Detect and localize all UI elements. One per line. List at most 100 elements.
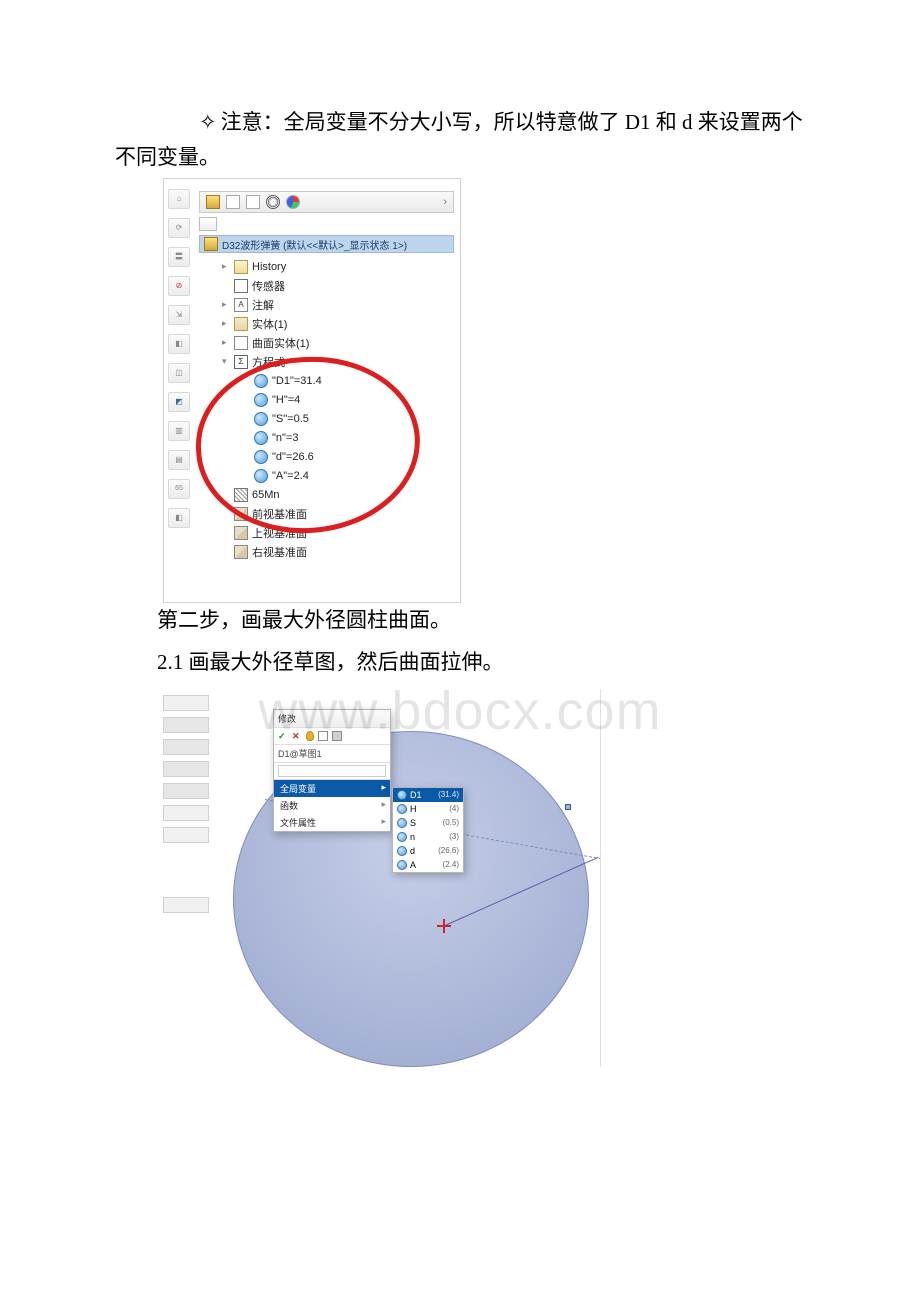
mat-icon <box>234 488 248 502</box>
tree-label: "n"=3 <box>272 432 298 444</box>
graphics-area[interactable]: 修改 ✓ ✕ D1@草图1 全局变量▸函数▸文件属性▸ D1(31.4)H(4)… <box>213 689 600 1067</box>
globe-icon <box>254 431 268 445</box>
popup-title: 修改 <box>274 710 390 728</box>
collapsed-panel <box>163 689 213 1067</box>
plane-icon <box>234 507 248 521</box>
tree-label: 注解 <box>252 297 274 313</box>
global-var-item[interactable]: D1(31.4) <box>393 788 463 802</box>
var-value: (3) <box>449 832 459 841</box>
var-name: S <box>410 818 416 828</box>
tree-row[interactable]: ▸ History <box>216 257 454 276</box>
tree-row[interactable]: "D1"=31.4 <box>216 371 454 390</box>
tree-row[interactable]: 上视基准面 <box>216 523 454 542</box>
left-btn[interactable]: ⟳ <box>168 218 190 238</box>
var-value: (2.4) <box>443 860 459 869</box>
global-var-item[interactable]: H(4) <box>393 802 463 816</box>
popup-list-item[interactable]: 文件属性▸ <box>274 814 390 831</box>
chevron-right-icon: ▸ <box>381 816 386 827</box>
left-btn[interactable]: ⊘ <box>168 276 190 296</box>
bulb-icon[interactable] <box>306 731 314 741</box>
global-var-item[interactable]: S(0.5) <box>393 816 463 830</box>
chevron-right-icon: ▸ <box>381 799 386 810</box>
panel-stub[interactable] <box>163 827 209 843</box>
tree-label: 右视基准面 <box>252 544 307 560</box>
tree-row[interactable]: 前视基准面 <box>216 504 454 523</box>
tree-label: History <box>252 261 286 273</box>
property-tab-icon[interactable] <box>226 195 240 209</box>
global-var-item[interactable]: A(2.4) <box>393 858 463 872</box>
chevron-right-icon[interactable]: › <box>443 196 447 208</box>
globe-icon <box>397 804 407 814</box>
panel-stub[interactable] <box>163 761 209 777</box>
left-btn[interactable]: ◧ <box>168 334 190 354</box>
panel-stub[interactable] <box>163 783 209 799</box>
panel-stub[interactable] <box>163 717 209 733</box>
left-btn[interactable]: 65 <box>168 479 190 499</box>
popup-list-item[interactable]: 函数▸ <box>274 797 390 814</box>
global-var-item[interactable]: d(26.6) <box>393 844 463 858</box>
tree-row[interactable]: ▾Σ方程式 <box>216 352 454 371</box>
left-btn[interactable]: ◧ <box>168 508 190 528</box>
chevron-right-icon[interactable]: ▸ <box>222 337 234 348</box>
modify-dimension-popup[interactable]: 修改 ✓ ✕ D1@草图1 全局变量▸函数▸文件属性▸ <box>273 709 391 832</box>
globe-icon <box>397 818 407 828</box>
tree-row[interactable]: 65Mn <box>216 485 454 504</box>
step2-heading: 第二步，画最大外径圆柱曲面。 <box>115 603 805 639</box>
left-btn[interactable]: ⇲ <box>168 305 190 325</box>
a-icon: A <box>234 298 248 312</box>
panel-stub[interactable] <box>163 805 209 821</box>
globe-icon <box>254 469 268 483</box>
tree-row[interactable]: "A"=2.4 <box>216 466 454 485</box>
tree-label: 传感器 <box>252 278 285 294</box>
tree-label: "H"=4 <box>272 394 300 406</box>
panel-stub[interactable] <box>163 897 209 913</box>
left-btn[interactable]: 〓 <box>168 247 190 267</box>
reverse-icon[interactable] <box>332 731 342 741</box>
chevron-right-icon[interactable]: ▸ <box>222 261 234 272</box>
tree-label: "S"=0.5 <box>272 413 309 425</box>
tree-row[interactable]: "d"=26.6 <box>216 447 454 466</box>
left-btn[interactable]: ▤ <box>168 450 190 470</box>
filter-icon[interactable] <box>199 217 217 231</box>
tree-label: 65Mn <box>252 489 280 501</box>
tree-row[interactable]: "H"=4 <box>216 390 454 409</box>
tree-row[interactable]: ▸A 注解 <box>216 295 454 314</box>
globe-icon <box>397 860 407 870</box>
left-btn[interactable]: ▥ <box>168 421 190 441</box>
popup-list-item[interactable]: 全局变量▸ <box>274 780 390 797</box>
cancel-icon[interactable]: ✕ <box>292 731 302 741</box>
chevron-right-icon[interactable]: ▸ <box>222 299 234 310</box>
dimension-value-input[interactable] <box>278 765 386 777</box>
appearance-tab-icon[interactable] <box>286 195 300 209</box>
display-tab-icon[interactable] <box>266 195 280 209</box>
config-tab-icon[interactable] <box>246 195 260 209</box>
globe-icon <box>254 374 268 388</box>
tree-row[interactable]: "n"=3 <box>216 428 454 447</box>
var-name: D1 <box>410 790 422 800</box>
chevron-down-icon[interactable]: ▾ <box>222 356 234 367</box>
tree-row[interactable]: ▸实体(1) <box>216 314 454 333</box>
body-icon <box>234 317 248 331</box>
tree-row[interactable]: 传感器 <box>216 276 454 295</box>
sketch-point[interactable] <box>565 804 571 810</box>
left-btn[interactable]: ◫ <box>168 363 190 383</box>
global-variable-submenu[interactable]: D1(31.4)H(4)S(0.5)n(3)d(26.6)A(2.4) <box>392 787 464 873</box>
chevron-right-icon[interactable]: ▸ <box>222 318 234 329</box>
global-var-item[interactable]: n(3) <box>393 830 463 844</box>
tree-row[interactable]: "S"=0.5 <box>216 409 454 428</box>
part-root-row[interactable]: D32波形弹簧 (默认<<默认>_显示状态 1>) <box>199 235 454 253</box>
feature-tree-tab-icon[interactable] <box>206 195 220 209</box>
ok-icon[interactable]: ✓ <box>278 731 288 741</box>
panel-stub[interactable] <box>163 695 209 711</box>
tree-label: 上视基准面 <box>252 525 307 541</box>
tree-row[interactable]: 右视基准面 <box>216 542 454 561</box>
rebuild-icon[interactable] <box>318 731 328 741</box>
globe-icon <box>254 393 268 407</box>
tree-label: 方程式 <box>252 354 285 370</box>
note-paragraph: ✧注意：全局变量不分大小写，所以特意做了 D1 和 d 来设置两个不同变量。 <box>115 105 805 174</box>
tree-label: "d"=26.6 <box>272 451 314 463</box>
left-btn[interactable]: ◩ <box>168 392 190 412</box>
left-btn[interactable]: ⌂ <box>168 189 190 209</box>
tree-row[interactable]: ▸曲面实体(1) <box>216 333 454 352</box>
panel-stub[interactable] <box>163 739 209 755</box>
